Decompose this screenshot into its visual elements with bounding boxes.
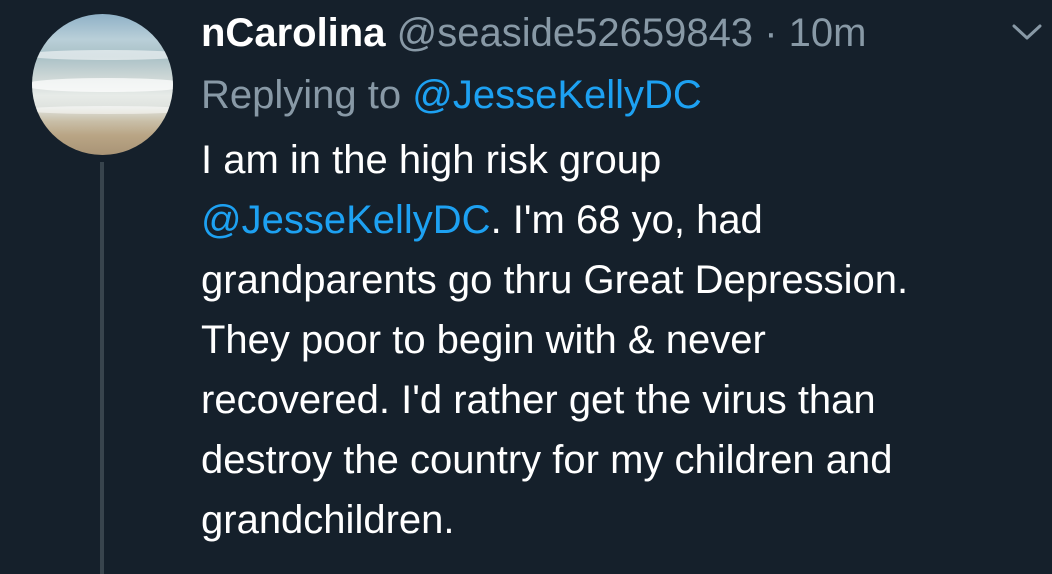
tweet-header: nCarolina @seaside52659843 · 10m: [201, 8, 866, 58]
avatar-wave: [32, 78, 173, 92]
tweet-text-line: destroy the country for my children and: [201, 430, 1036, 490]
tweet-text-line: recovered. I'd rather get the virus than: [201, 370, 1036, 430]
tweet-text-line: They poor to begin with & never: [201, 310, 1036, 370]
replying-to-label: Replying to: [201, 73, 402, 117]
tweet-text-segment: . I'm 68 yo, had: [490, 198, 763, 242]
replying-to-mention[interactable]: @JesseKellyDC: [412, 73, 702, 117]
tweet-text-segment: They poor to begin with & never: [201, 318, 766, 362]
tweet-text: I am in the high risk group @JesseKellyD…: [201, 130, 1036, 550]
body-mention[interactable]: @JesseKellyDC: [201, 198, 491, 242]
tweet-text-line: grandparents go thru Great Depression.: [201, 250, 1036, 310]
separator-dot: ·: [764, 11, 778, 55]
tweet-text-segment: destroy the country for my children and: [201, 438, 893, 482]
tweet-text-line: grandchildren.: [201, 490, 1036, 550]
tweet-text-segment: grandparents go thru Great Depression.: [201, 258, 909, 302]
tweet-text-segment: recovered. I'd rather get the virus than: [201, 378, 876, 422]
tweet-text-segment: I am in the high risk group: [201, 138, 662, 182]
tweet-text-line: @JesseKellyDC. I'm 68 yo, had: [201, 190, 1036, 250]
replying-to: Replying to @JesseKellyDC: [201, 70, 702, 120]
tweet-text-segment: grandchildren.: [201, 498, 455, 542]
tweet[interactable]: nCarolina @seaside52659843 · 10m Replyin…: [0, 0, 1052, 574]
avatar[interactable]: [32, 14, 173, 155]
user-handle[interactable]: @seaside52659843: [397, 11, 753, 55]
thread-line: [100, 162, 104, 574]
avatar-wave: [32, 106, 173, 114]
display-name[interactable]: nCarolina: [201, 11, 385, 55]
timestamp[interactable]: 10m: [789, 11, 867, 55]
avatar-wave: [32, 50, 173, 60]
chevron-down-icon[interactable]: [1010, 20, 1044, 44]
tweet-text-line: I am in the high risk group: [201, 130, 1036, 190]
